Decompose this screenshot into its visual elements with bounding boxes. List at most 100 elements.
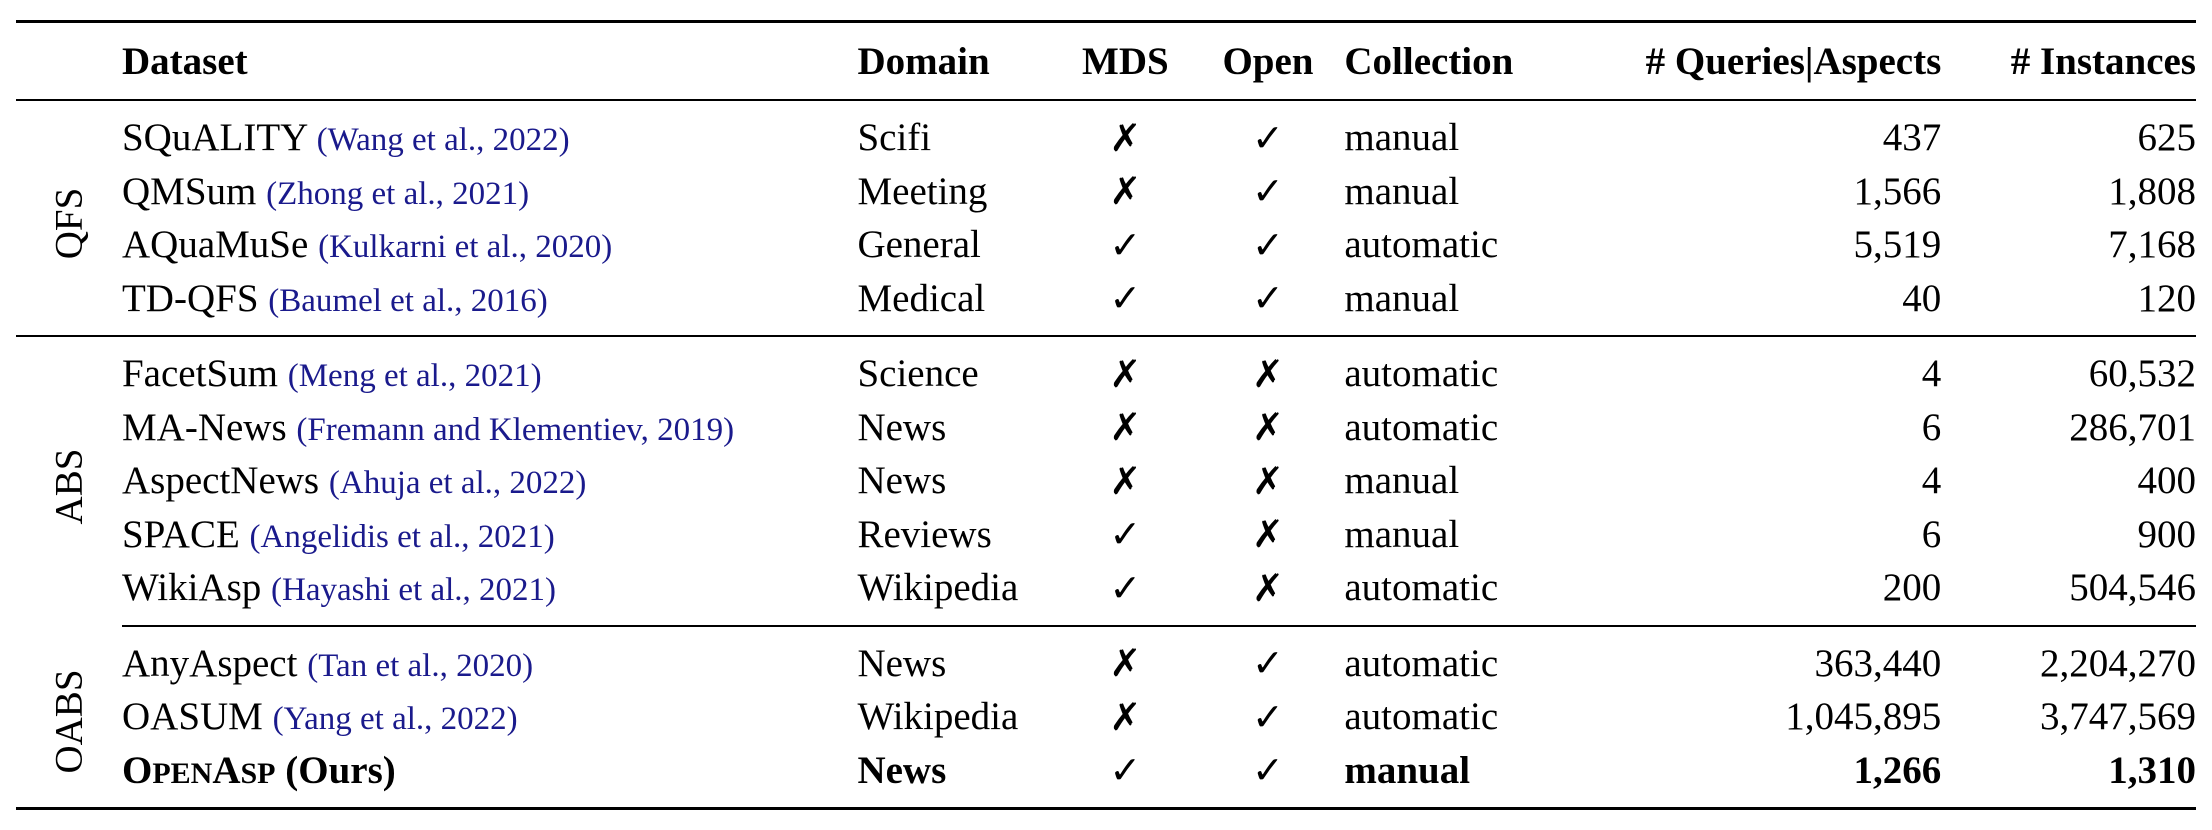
collection-cell: manual xyxy=(1344,512,1460,556)
domain-cell: Wikipedia xyxy=(857,695,1019,739)
citation-link[interactable]: Ahuja et al., 2022 xyxy=(340,465,576,501)
citation: (Baumel et al., 2016) xyxy=(268,282,548,319)
collection-cell: automatic xyxy=(1344,405,1499,449)
citation-link[interactable]: Zhong et al., 2021 xyxy=(277,176,518,212)
table-row: QFS SQuALITY (Wang et al., 2022) Scifi ✗ ✓ ma… xyxy=(16,100,2197,259)
table-row: OASUM (Yang et al., 2022) Wikipedia ✗ ✓ auto… xyxy=(16,690,2196,744)
instances-cell: 3,747,569 xyxy=(2040,695,2196,739)
queries-cell: 40 xyxy=(1902,276,1942,320)
header-open: Open xyxy=(1222,39,1314,83)
dataset-name: PEN xyxy=(152,756,213,790)
header-collection: Collection xyxy=(1344,39,1514,83)
queries-cell: 363,440 xyxy=(1588,624,1942,690)
header-group xyxy=(16,22,122,101)
dataset-name: WikiAsp xyxy=(121,566,262,610)
header-domain: Domain xyxy=(857,39,990,83)
instances-cell: 7,168 xyxy=(2108,223,2196,267)
group-label: OABS xyxy=(47,669,91,774)
table-row: SPACE (Angelidis et al., 2021) Reviews ✓ ✗ m… xyxy=(16,508,2196,562)
header-instances: # Instances xyxy=(2010,39,2196,83)
collection-cell: automatic xyxy=(1344,624,1589,690)
group-label-cell: ABS xyxy=(16,335,122,626)
dataset-name: SQuALITY xyxy=(121,116,307,160)
citation: (Yang et al., 2022) xyxy=(272,701,518,738)
group-label: ABS xyxy=(47,448,91,525)
dataset-name: A xyxy=(212,748,241,792)
queries-cell: 6 xyxy=(1921,405,1942,449)
open-cell: ✗ xyxy=(1252,565,1284,610)
instances-cell: 286,701 xyxy=(2069,405,2196,449)
dataset-cell: QMSum (Zhong et al., 2021) xyxy=(122,165,857,219)
instances-cell: 120 xyxy=(2137,276,2197,320)
table-row: MA-News (Fremann and Klementiev, 2019) Ne… xyxy=(16,401,2196,455)
instances-cell: 900 xyxy=(2137,512,2197,556)
mds-cell: ✓ xyxy=(1109,512,1142,557)
mds-cell: ✗ xyxy=(1059,335,1192,401)
mds-cell: ✓ xyxy=(1109,565,1142,610)
collection-cell: automatic xyxy=(1344,335,1589,401)
domain-cell: Meeting xyxy=(857,169,988,213)
queries-cell: 200 xyxy=(1882,566,1942,610)
open-cell: ✓ xyxy=(1252,169,1284,214)
citation-link[interactable]: Hayashi et al., 2021 xyxy=(282,572,545,608)
dataset-name: FacetSum xyxy=(121,352,278,396)
group-label-cell: QFS xyxy=(16,100,122,336)
instances-cell: 60,532 xyxy=(1941,335,2196,401)
mds-cell: ✗ xyxy=(1109,405,1142,450)
instances-cell: 2,204,270 xyxy=(1941,624,2196,690)
collection-cell: manual xyxy=(1344,116,1460,160)
domain-cell: News xyxy=(857,459,947,503)
queries-cell: 1,266 xyxy=(1853,748,1942,792)
citation-link[interactable]: Wang et al., 2022 xyxy=(328,122,559,158)
citation: (Angelidis et al., 2021) xyxy=(249,518,555,555)
header-dataset: Dataset xyxy=(121,39,248,83)
instances-cell: 625 xyxy=(2137,116,2197,160)
table-row-ours: OPENASP (Ours) News ✓ ✓ manual 1,266 1,310 xyxy=(16,744,2196,809)
citation-link[interactable]: Yang et al., 2022 xyxy=(284,701,507,737)
header-mds: MDS xyxy=(1082,39,1169,83)
domain-cell: Medical xyxy=(857,276,986,320)
open-cell: ✓ xyxy=(1252,748,1284,793)
dataset-cell: FacetSum (Meng et al., 2021) xyxy=(121,335,858,401)
mds-cell: ✗ xyxy=(1059,624,1192,690)
dataset-cell: AQuaMuSe (Kulkarni et al., 2020) xyxy=(122,218,857,272)
instances-cell: 1,808 xyxy=(2108,169,2196,213)
mds-cell: ✓ xyxy=(1109,276,1142,321)
citation-link[interactable]: Baumel et al., 2016 xyxy=(279,283,537,319)
citation: (Wang et al., 2022) xyxy=(316,122,570,159)
table-row: AQuaMuSe (Kulkarni et al., 2020) General ✓… xyxy=(16,218,2196,272)
mds-cell: ✗ xyxy=(1109,115,1142,160)
mds-cell: ✗ xyxy=(1109,694,1142,739)
domain-cell: News xyxy=(857,405,947,449)
open-cell: ✗ xyxy=(1191,335,1345,401)
citation-link[interactable]: Kulkarni et al., 2020 xyxy=(329,229,601,265)
collection-cell: manual xyxy=(1344,276,1460,320)
citation-link[interactable]: Meng et al., 2021 xyxy=(299,358,531,394)
group-label-cell: OABS xyxy=(16,626,122,809)
queries-cell: 4 xyxy=(1921,459,1942,503)
collection-cell: automatic xyxy=(1344,566,1499,610)
domain-cell: News xyxy=(857,748,947,792)
open-cell: ✓ xyxy=(1252,694,1284,739)
mds-cell: ✗ xyxy=(1109,169,1142,214)
domain-cell: News xyxy=(857,624,1060,690)
queries-cell: 1,045,895 xyxy=(1785,695,1942,739)
citation-link[interactable]: Fremann and Klementiev, 2019 xyxy=(307,412,723,448)
domain-cell: Scifi xyxy=(857,116,932,160)
group-label: QFS xyxy=(47,187,91,259)
citation: (Zhong et al., 2021) xyxy=(266,175,530,212)
dataset-name: AQuaMuSe xyxy=(121,223,309,267)
collection-cell: manual xyxy=(1344,748,1471,792)
dataset-cell: AspectNews (Ahuja et al., 2022) xyxy=(122,454,857,508)
dataset-name: QMSum xyxy=(121,169,257,213)
citation-link[interactable]: Angelidis et al., 2021 xyxy=(261,519,544,555)
table-row: QMSum (Zhong et al., 2021) Meeting ✗ ✓ manua… xyxy=(16,165,2196,219)
dataset-cell: SQuALITY (Wang et al., 2022) xyxy=(122,100,857,165)
open-cell: ✗ xyxy=(1252,512,1284,557)
citation-link[interactable]: Tan et al., 2020 xyxy=(318,648,522,684)
table-row: AspectNews (Ahuja et al., 2022) News ✗ ✗ man… xyxy=(16,454,2196,508)
citation: (Fremann and Klementiev, 2019) xyxy=(296,411,735,448)
collection-cell: automatic xyxy=(1344,223,1499,267)
open-cell: ✗ xyxy=(1252,405,1284,450)
instances-cell: 1,310 xyxy=(2108,748,2196,792)
